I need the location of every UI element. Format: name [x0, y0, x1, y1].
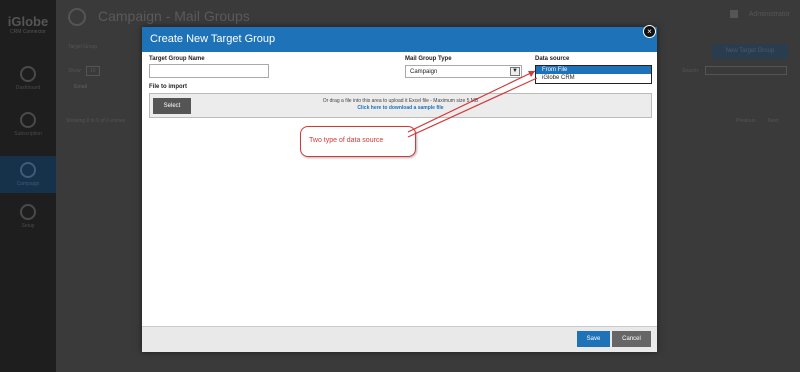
- sidebar: iGlobe CRM Connector Dashboard Subscript…: [0, 0, 56, 372]
- modal-title: Create New Target Group: [150, 33, 276, 45]
- mail-icon: [20, 112, 36, 128]
- sidebar-item-subscription[interactable]: Subscription: [0, 112, 56, 137]
- data-source-option-from-file[interactable]: From File: [536, 66, 651, 74]
- sidebar-item-label: Campaign: [16, 181, 40, 187]
- section-label: Target Group: [68, 44, 98, 50]
- sidebar-item-dashboard[interactable]: Dashboard: [0, 66, 56, 91]
- entries-select[interactable]: 10: [86, 66, 100, 76]
- next-link[interactable]: Next: [768, 118, 778, 124]
- previous-link[interactable]: Previous: [736, 118, 755, 124]
- mail-group-type-label: Mail Group Type: [405, 56, 452, 62]
- user-menu[interactable]: Administrator: [749, 11, 790, 18]
- search-input[interactable]: [705, 66, 787, 75]
- drop-instructions: Or drag a file into this area to upload …: [322, 98, 479, 104]
- annotation-text: Two type of data source: [309, 137, 384, 144]
- sidebar-item-label: Dashboard: [15, 85, 41, 91]
- data-source-label: Data source: [535, 56, 570, 62]
- sidebar-item-setup[interactable]: Setup: [0, 204, 56, 229]
- close-icon[interactable]: ×: [643, 25, 656, 38]
- target-group-name-label: Target Group Name: [149, 56, 205, 62]
- file-to-import-label: File to import: [149, 84, 187, 90]
- user-icon: [730, 10, 738, 18]
- data-source-option-iglobe-crm[interactable]: iGlobe CRM: [536, 74, 651, 82]
- cancel-button[interactable]: Cancel: [612, 331, 651, 347]
- showing-entries-text: Showing 0 to 0 of 0 entries: [66, 118, 126, 124]
- create-target-group-modal: Create New Target Group × Target Group N…: [142, 25, 657, 352]
- save-button[interactable]: Save: [577, 331, 610, 347]
- sidebar-item-campaign[interactable]: Campaign: [0, 156, 56, 193]
- logo-text: iGlobe: [7, 14, 49, 29]
- chevron-down-icon: ▼: [510, 67, 520, 76]
- logo-subtitle: CRM Connector: [10, 29, 46, 35]
- file-drop-zone[interactable]: Select Or drag a file into this area to …: [149, 93, 652, 118]
- app-logo: iGlobe CRM Connector: [4, 14, 52, 35]
- modal-footer: Save Cancel: [142, 326, 657, 352]
- mail-group-type-value: Campaign: [410, 69, 438, 75]
- sidebar-item-label: Setup: [21, 223, 35, 229]
- gear-icon: [20, 204, 36, 220]
- home-icon[interactable]: [68, 8, 86, 26]
- show-label: Show: [68, 68, 81, 74]
- data-source-listbox[interactable]: From File iGlobe CRM: [535, 65, 652, 84]
- campaign-icon: [20, 162, 36, 178]
- new-target-group-button[interactable]: New Target Group: [712, 44, 788, 59]
- download-sample-link[interactable]: Click here to download a sample file: [150, 105, 651, 111]
- email-column-header[interactable]: Email: [74, 84, 87, 90]
- page-title: Campaign - Mail Groups: [98, 8, 250, 24]
- dashboard-icon: [20, 66, 36, 82]
- annotation-callout: Two type of data source: [300, 126, 416, 157]
- search-label: Search:: [682, 68, 700, 74]
- sidebar-item-label: Subscription: [14, 131, 42, 137]
- target-group-name-input[interactable]: [149, 64, 269, 78]
- mail-group-type-select[interactable]: Campaign ▼: [405, 65, 522, 78]
- modal-header: Create New Target Group: [142, 27, 657, 52]
